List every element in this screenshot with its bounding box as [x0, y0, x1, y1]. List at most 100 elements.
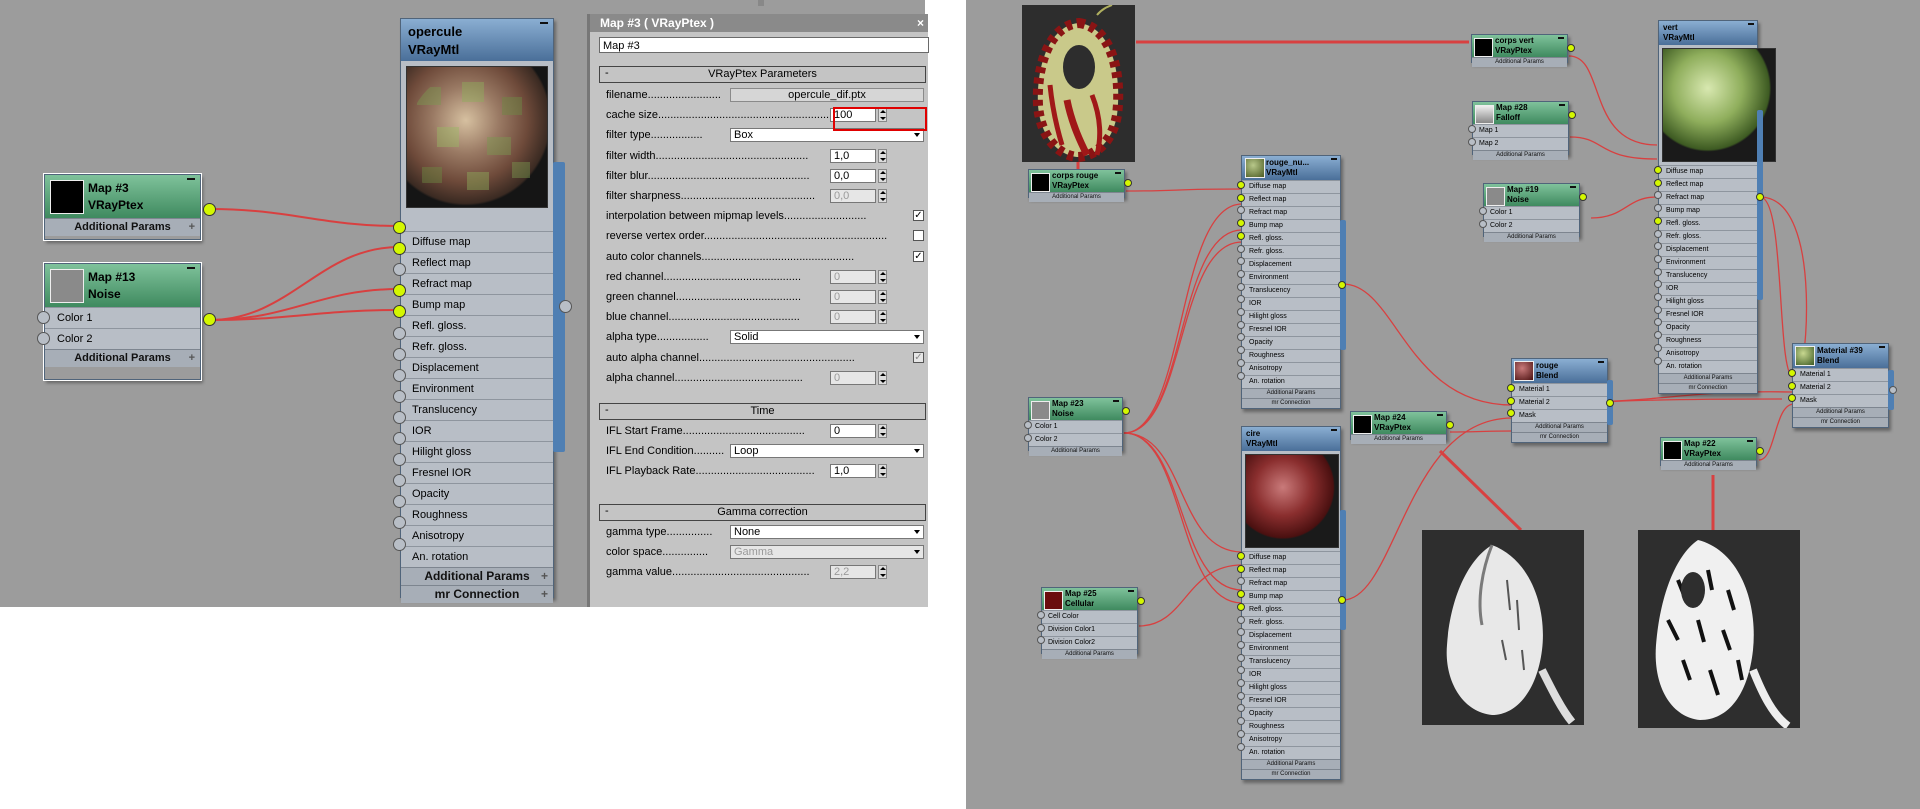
- slot-map-1[interactable]: Map 1: [1473, 124, 1568, 137]
- node-map23[interactable]: Map #23 Noise Color 1 Color 2 Additional Par…: [1028, 397, 1123, 456]
- output-socket[interactable]: [1756, 193, 1764, 201]
- minimize-icon[interactable]: [1559, 104, 1565, 106]
- slot-an-rotation[interactable]: An. rotation: [1242, 746, 1340, 759]
- material-output-socket[interactable]: [559, 300, 572, 313]
- slot-refract-map[interactable]: Refract map: [401, 273, 553, 294]
- slot-refr-gloss[interactable]: Refr. gloss.: [1659, 230, 1757, 243]
- additional-params-rollout[interactable]: Additional Params: [1242, 759, 1340, 769]
- output-socket[interactable]: [1137, 597, 1145, 605]
- dropdown-select[interactable]: Solid: [730, 330, 924, 345]
- slot-fresnel-ior[interactable]: Fresnel IOR: [1659, 308, 1757, 321]
- input-socket[interactable]: [393, 389, 406, 403]
- spinner-arrows-icon[interactable]: [878, 189, 887, 203]
- slot-translucency[interactable]: Translucency: [1242, 655, 1340, 668]
- slot-an-rotation[interactable]: An. rotation: [401, 546, 553, 567]
- input-socket[interactable]: [393, 221, 406, 234]
- output-socket[interactable]: [1889, 386, 1897, 394]
- dropdown-select[interactable]: Gamma: [730, 545, 924, 560]
- input-socket[interactable]: [1654, 343, 1662, 352]
- slot-refl-gloss[interactable]: Refl. gloss.: [1242, 232, 1340, 245]
- minimize-icon[interactable]: [1747, 440, 1753, 442]
- map13-output-socket[interactable]: [203, 313, 216, 326]
- node-map28[interactable]: Map #28 Falloff Map 1 Map 2 Additional Param…: [1472, 101, 1569, 160]
- input-socket[interactable]: [1237, 371, 1245, 380]
- node-map25[interactable]: Map #25 Cellular Cell Color Division Color1…: [1041, 587, 1138, 659]
- output-socket[interactable]: [1124, 179, 1132, 187]
- checkbox[interactable]: ✓: [913, 351, 924, 363]
- input-socket[interactable]: [1507, 396, 1515, 405]
- output-socket[interactable]: [1446, 421, 1454, 429]
- slot-bump-map[interactable]: Bump map: [1242, 590, 1340, 603]
- slot-an-rotation[interactable]: An. rotation: [1242, 375, 1340, 388]
- dropdown-select[interactable]: None: [730, 525, 924, 539]
- input-socket[interactable]: [1507, 384, 1515, 392]
- input-socket[interactable]: [1788, 369, 1796, 377]
- slot-hilight-gloss[interactable]: Hilight gloss: [1659, 295, 1757, 308]
- input-socket[interactable]: [1654, 267, 1662, 276]
- input-socket[interactable]: [1024, 421, 1032, 429]
- slot-refr-gloss[interactable]: Refr. gloss.: [401, 336, 553, 357]
- slot-reflect-map[interactable]: Reflect map: [401, 252, 553, 273]
- slot-cell-color[interactable]: Cell Color: [1042, 610, 1137, 623]
- node-corps-rouge[interactable]: corps rouge VRayPtex Additional Params: [1028, 169, 1125, 202]
- slot-environment[interactable]: Environment: [1242, 271, 1340, 284]
- output-socket[interactable]: [1122, 407, 1130, 415]
- checkbox[interactable]: ✓: [913, 210, 924, 222]
- slot-fresnel-ior[interactable]: Fresnel IOR: [401, 462, 553, 483]
- slot-color-1[interactable]: Color 1: [1029, 420, 1122, 433]
- spinner-arrows-icon[interactable]: [878, 310, 887, 325]
- slot-refl-gloss[interactable]: Refl. gloss.: [1242, 603, 1340, 616]
- input-socket[interactable]: [1237, 244, 1245, 253]
- input-socket[interactable]: [1654, 166, 1662, 174]
- slot-anisotropy[interactable]: Anisotropy: [1659, 347, 1757, 360]
- slot-color-2[interactable]: Color 2: [1484, 219, 1579, 232]
- slot-environment[interactable]: Environment: [401, 378, 553, 399]
- input-socket[interactable]: [1479, 219, 1487, 228]
- map-name-field[interactable]: Map #3: [599, 37, 929, 53]
- slot-refl-gloss[interactable]: Refl. gloss.: [1659, 217, 1757, 230]
- spinner-arrows-icon[interactable]: [878, 565, 887, 580]
- color1-input-socket[interactable]: [37, 311, 50, 324]
- additional-params-rollout[interactable]: Additional Params +: [401, 567, 553, 585]
- node-header[interactable]: cire VRayMtl: [1242, 427, 1340, 451]
- slot-fresnel-ior[interactable]: Fresnel IOR: [1242, 694, 1340, 707]
- input-socket[interactable]: [393, 453, 406, 467]
- input-socket[interactable]: [393, 347, 406, 361]
- mr-connection-rollout[interactable]: mr Connection: [1512, 432, 1607, 442]
- slot-ior[interactable]: IOR: [1242, 297, 1340, 310]
- input-socket[interactable]: [1654, 229, 1662, 238]
- input-socket[interactable]: [1468, 125, 1476, 133]
- slot-refr-gloss[interactable]: Refr. gloss.: [1242, 616, 1340, 629]
- slot-refl-gloss[interactable]: Refl. gloss.: [401, 315, 553, 336]
- material-preview-sphere[interactable]: [406, 66, 548, 208]
- slot-mask[interactable]: Mask: [1512, 409, 1607, 422]
- input-socket[interactable]: [1024, 433, 1032, 442]
- numeric-field[interactable]: 0: [830, 269, 876, 284]
- node-header[interactable]: vert VRayMtl: [1659, 21, 1757, 45]
- spinner-arrows-icon[interactable]: [878, 148, 887, 163]
- minimize-icon[interactable]: [540, 22, 548, 24]
- node-opercule[interactable]: opercule VRayMtl Diffuse map Reflect map…: [400, 18, 554, 603]
- slot-refract-map[interactable]: Refract map: [1659, 191, 1757, 204]
- node-header[interactable]: Map #28 Falloff: [1473, 102, 1568, 124]
- scroll-handle[interactable]: [758, 0, 764, 6]
- input-socket[interactable]: [1237, 653, 1245, 662]
- slot-map-2[interactable]: Map 2: [1473, 137, 1568, 150]
- minimize-icon[interactable]: [1570, 186, 1576, 188]
- input-socket[interactable]: [393, 537, 406, 551]
- slot-opacity[interactable]: Opacity: [1242, 336, 1340, 349]
- slot-diffuse-map[interactable]: Diffuse map: [1242, 551, 1340, 564]
- slot-displacement[interactable]: Displacement: [1659, 243, 1757, 256]
- slot-roughness[interactable]: Roughness: [1242, 349, 1340, 362]
- filename-button[interactable]: opercule_dif.ptx: [730, 88, 924, 102]
- slot-displacement[interactable]: Displacement: [1242, 258, 1340, 271]
- collapse-icon[interactable]: -: [605, 66, 609, 80]
- numeric-field[interactable]: 0: [830, 424, 876, 438]
- spinner-arrows-icon[interactable]: [878, 168, 887, 183]
- slot-color-1[interactable]: Color 1: [1484, 206, 1579, 219]
- input-socket[interactable]: [393, 242, 406, 256]
- section-vrayptex-parameters[interactable]: - VRayPtex Parameters: [599, 66, 926, 83]
- input-socket[interactable]: [1654, 216, 1662, 225]
- input-socket[interactable]: [393, 368, 406, 382]
- slot-hilight-gloss[interactable]: Hilight gloss: [1242, 310, 1340, 323]
